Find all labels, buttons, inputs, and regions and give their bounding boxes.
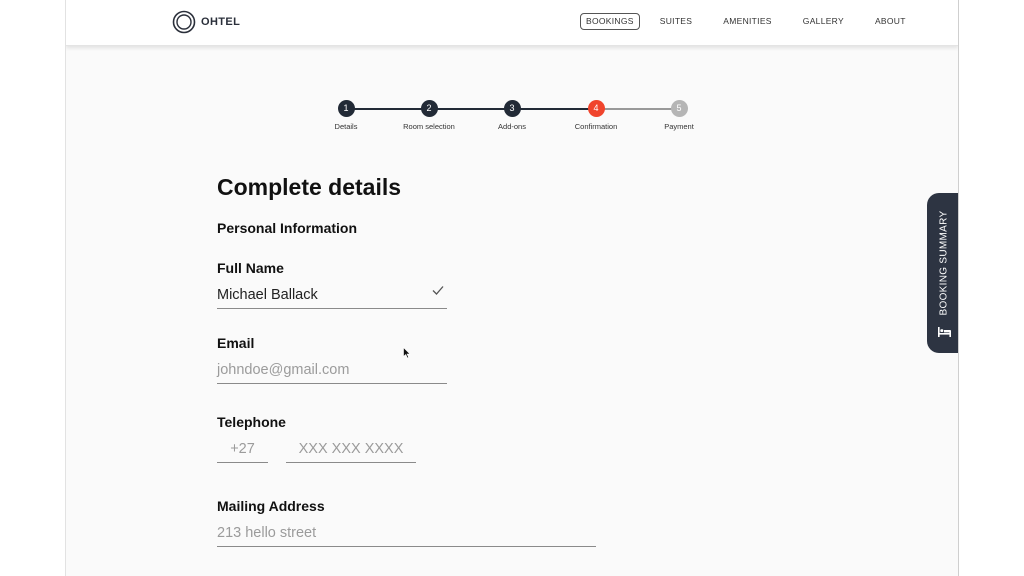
booking-summary-label: BOOKING SUMMARY	[938, 210, 950, 316]
telephone-label: Telephone	[217, 414, 286, 430]
step-number: 2	[420, 100, 438, 117]
nav-link-about[interactable]: ABOUT	[870, 14, 911, 29]
mailing-address-label: Mailing Address	[217, 498, 325, 514]
full-name-field[interactable]: Michael Ballack	[217, 283, 447, 309]
step-number: 5	[670, 100, 688, 117]
mouse-cursor-icon	[403, 347, 411, 359]
nav-links: BOOKINGS SUITES AMENITIES GALLERY ABOUT	[580, 13, 932, 30]
page-title: Complete details	[217, 174, 402, 200]
bed-icon	[938, 327, 951, 337]
full-name-label: Full Name	[217, 260, 284, 276]
step-number: 4	[587, 100, 605, 117]
step-details[interactable]: 1 Details	[301, 100, 391, 131]
step-label: Payment	[664, 122, 694, 131]
nav-link-amenities[interactable]: AMENITIES	[718, 14, 777, 29]
email-label: Email	[217, 335, 255, 351]
step-number: 3	[503, 100, 521, 117]
step-label: Add-ons	[498, 122, 526, 131]
phone-number-field[interactable]: XXX XXX XXXX	[286, 437, 416, 463]
brand-name: OHTEL	[201, 16, 241, 28]
brand-logo-link[interactable]: OHTEL	[172, 10, 240, 34]
step-label: Details	[334, 122, 358, 131]
step-label: Room selection	[403, 122, 455, 131]
booking-summary-tab[interactable]: BOOKING SUMMARY	[927, 193, 958, 353]
mailing-address-field[interactable]: 213 hello street	[217, 521, 596, 547]
check-icon	[432, 286, 444, 295]
full-name-value: Michael Ballack	[217, 287, 318, 303]
nav-link-gallery[interactable]: GALLERY	[798, 14, 849, 29]
email-field[interactable]: johndoe@gmail.com	[217, 358, 447, 384]
logo-rings-icon	[172, 10, 196, 34]
step-confirmation[interactable]: 4 Confirmation	[551, 100, 641, 131]
country-code-field[interactable]: +27	[217, 437, 268, 463]
app-frame: OHTEL BOOKINGS SUITES AMENITIES GALLERY …	[65, 0, 959, 576]
nav-link-bookings[interactable]: BOOKINGS	[580, 13, 640, 30]
step-number: 1	[337, 100, 355, 117]
booking-stepper: 1 Details 2 Room selection 3 Add-ons 4 C…	[321, 100, 701, 140]
step-payment[interactable]: 5 Payment	[634, 100, 724, 131]
top-navbar: OHTEL BOOKINGS SUITES AMENITIES GALLERY …	[66, 0, 958, 46]
nav-link-suites[interactable]: SUITES	[655, 14, 698, 29]
step-label: Confirmation	[574, 122, 618, 131]
step-add-ons[interactable]: 3 Add-ons	[467, 100, 557, 131]
section-title: Personal Information	[217, 220, 358, 236]
step-room-selection[interactable]: 2 Room selection	[384, 100, 474, 131]
